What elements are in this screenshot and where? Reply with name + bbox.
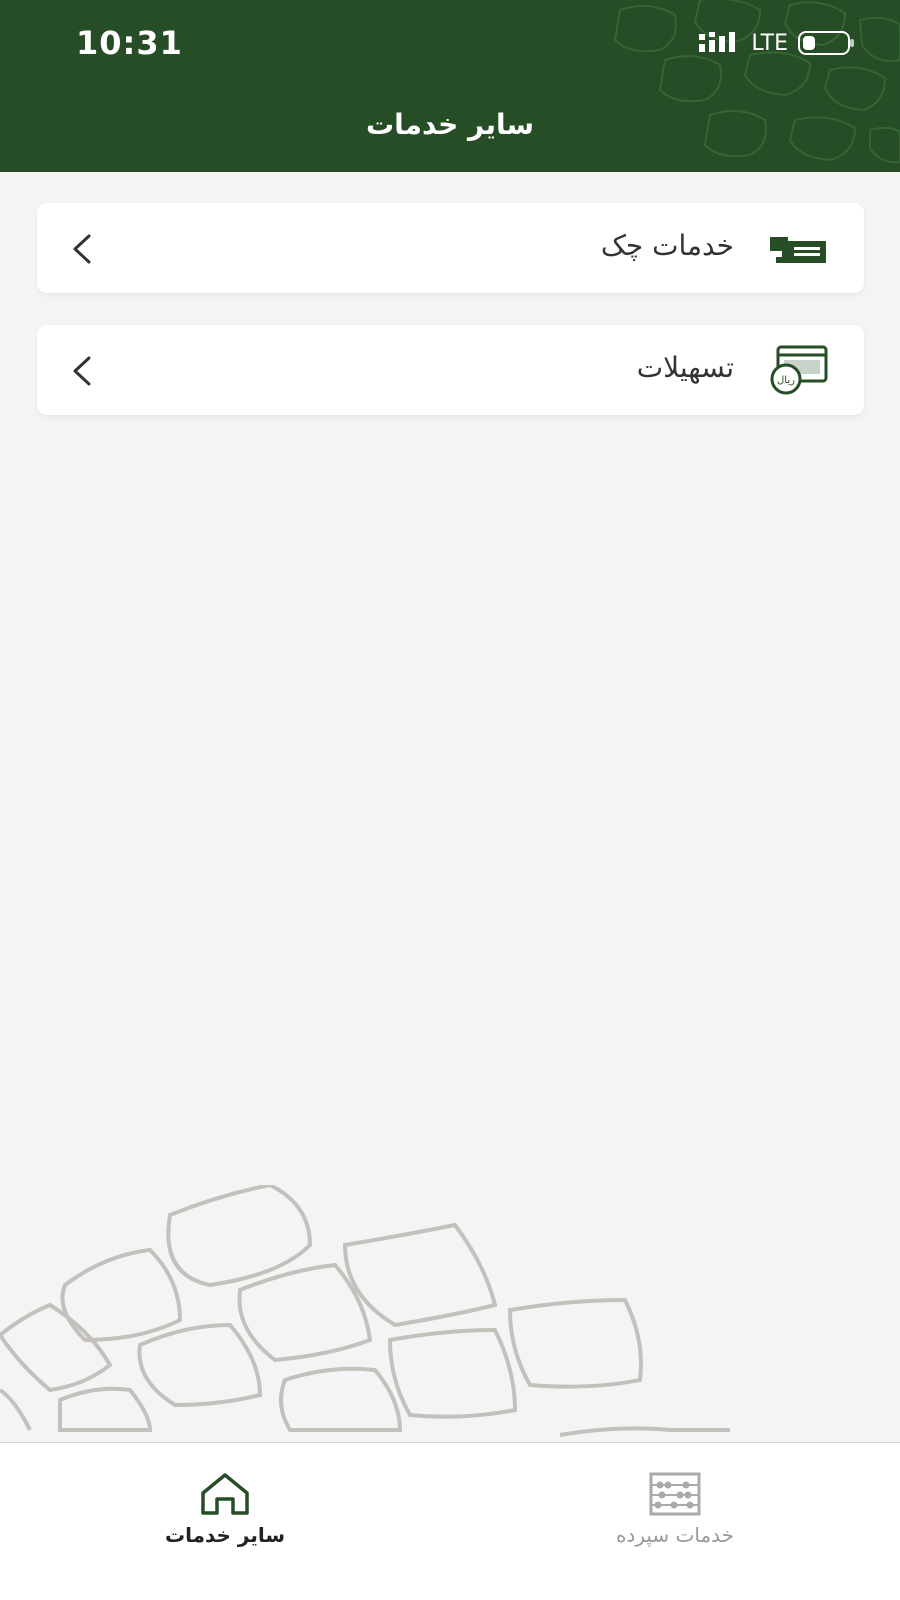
tab-label: خدمات سپرده <box>615 1523 735 1547</box>
background-pattern-decoration <box>0 1185 730 1437</box>
battery-icon <box>798 31 854 55</box>
network-type-label: LTE <box>751 30 788 56</box>
menu-item-label: تسهیلات <box>636 351 734 384</box>
svg-text:ریال: ریال <box>777 375 795 386</box>
cheque-icon <box>770 237 826 263</box>
menu-item-label: خدمات چک <box>600 229 734 262</box>
tab-deposit-services[interactable]: خدمات سپرده <box>450 1443 900 1600</box>
menu-item-loans[interactable]: ریال تسهیلات <box>37 325 864 415</box>
header-pattern-decoration <box>613 0 900 164</box>
services-menu-list: خدمات چک ریال تسهیلات <box>37 203 864 447</box>
loan-icon: ریال <box>770 345 828 395</box>
status-indicators: LTE <box>697 30 856 56</box>
home-icon <box>201 1473 249 1515</box>
chevron-left-icon <box>73 356 91 386</box>
bottom-navigation-bar: سایر خدمات خدمات سپرده <box>0 1442 900 1600</box>
chevron-left-icon <box>73 234 91 264</box>
menu-item-cheque-services[interactable]: خدمات چک <box>37 203 864 293</box>
app-header: 10:31 LTE سایر خدمات <box>0 0 900 172</box>
page-title: سایر خدمات <box>365 108 535 141</box>
tab-other-services[interactable]: سایر خدمات <box>0 1443 450 1600</box>
abacus-icon <box>649 1472 701 1516</box>
cellular-signal-icon <box>699 32 736 52</box>
status-time: 10:31 <box>76 24 183 62</box>
tab-label: سایر خدمات <box>164 1523 286 1547</box>
